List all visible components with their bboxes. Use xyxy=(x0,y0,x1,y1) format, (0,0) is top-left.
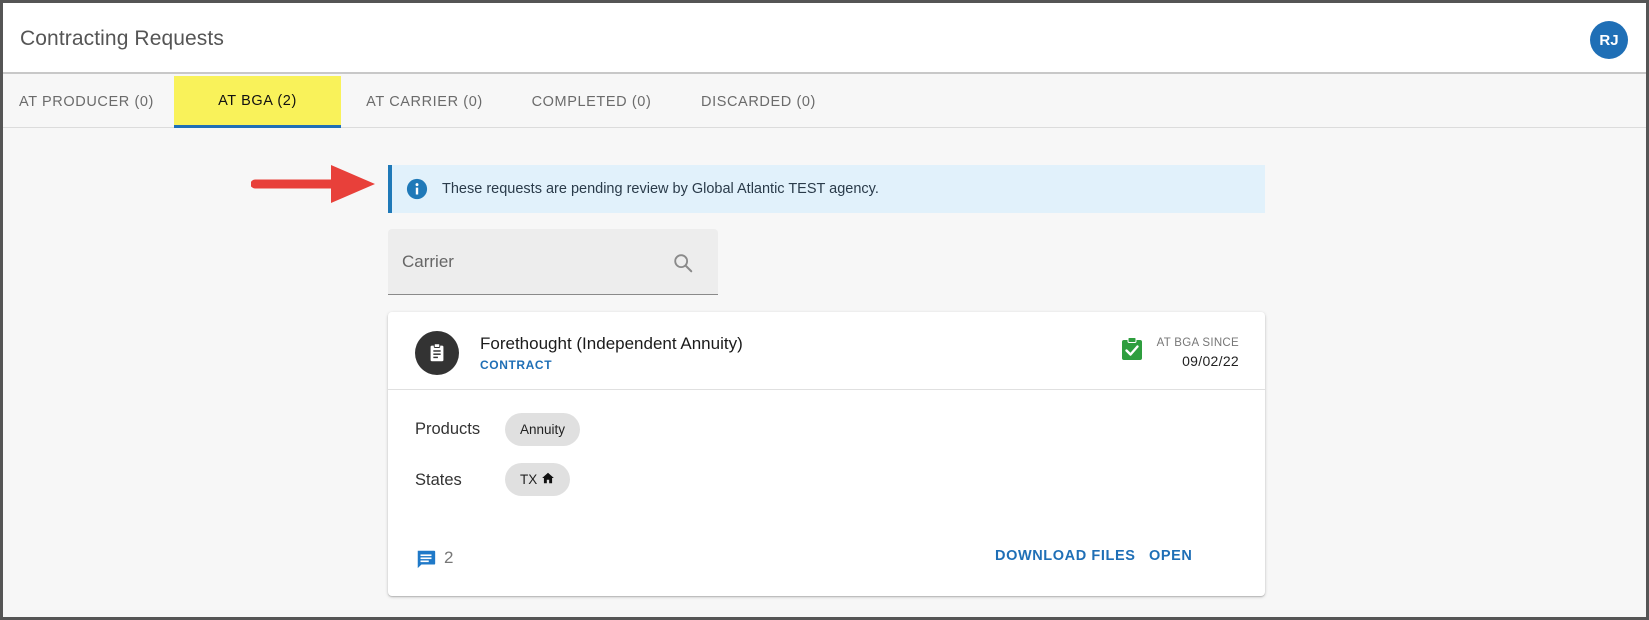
page-title: Contracting Requests xyxy=(20,27,224,50)
product-chip: Annuity xyxy=(505,413,581,446)
app-window: Contracting Requests RJ AT PRODUCER (0) … xyxy=(0,0,1649,620)
tab-at-carrier[interactable]: AT CARRIER (0) xyxy=(341,76,508,128)
card-title: Forethought (Independent Annuity) xyxy=(480,334,743,353)
card-header: Forethought (Independent Annuity) CONTRA… xyxy=(388,312,1265,390)
status-date: 09/02/22 xyxy=(1182,353,1239,369)
state-chip-label: TX xyxy=(520,472,538,487)
status-label: AT BGA SINCE xyxy=(1156,337,1239,349)
info-icon xyxy=(406,178,428,200)
states-label: States xyxy=(415,471,462,489)
tab-bar: AT PRODUCER (0) AT BGA (2) AT CARRIER (0… xyxy=(3,76,1646,128)
carrier-search xyxy=(388,229,718,295)
comment-icon[interactable] xyxy=(415,548,437,570)
clipboard-check-icon xyxy=(1122,337,1142,360)
top-bar: Contracting Requests RJ xyxy=(3,3,1646,74)
home-icon xyxy=(542,472,555,484)
avatar[interactable]: RJ xyxy=(1590,21,1628,59)
info-alert: These requests are pending review by Glo… xyxy=(388,165,1265,213)
products-label: Products xyxy=(415,420,481,438)
card-subtitle: CONTRACT xyxy=(480,358,553,372)
carrier-search-input[interactable] xyxy=(388,229,718,294)
tab-completed[interactable]: COMPLETED (0) xyxy=(508,76,675,128)
tab-at-bga[interactable]: AT BGA (2) xyxy=(174,76,341,128)
tab-at-producer[interactable]: AT PRODUCER (0) xyxy=(3,76,170,128)
arrow-right-icon xyxy=(251,165,375,203)
download-files-button[interactable]: DOWNLOAD FILES xyxy=(995,548,1136,564)
request-card: Forethought (Independent Annuity) CONTRA… xyxy=(388,312,1265,596)
state-chip: TX xyxy=(505,463,571,496)
main-content: These requests are pending review by Glo… xyxy=(3,129,1646,617)
alert-message: These requests are pending review by Glo… xyxy=(442,181,879,197)
search-icon[interactable] xyxy=(672,252,694,274)
clipboard-icon xyxy=(415,331,459,375)
comment-count: 2 xyxy=(444,548,454,567)
open-button[interactable]: OPEN xyxy=(1149,548,1193,564)
tab-discarded[interactable]: DISCARDED (0) xyxy=(675,76,842,128)
product-chip-label: Annuity xyxy=(520,422,566,437)
